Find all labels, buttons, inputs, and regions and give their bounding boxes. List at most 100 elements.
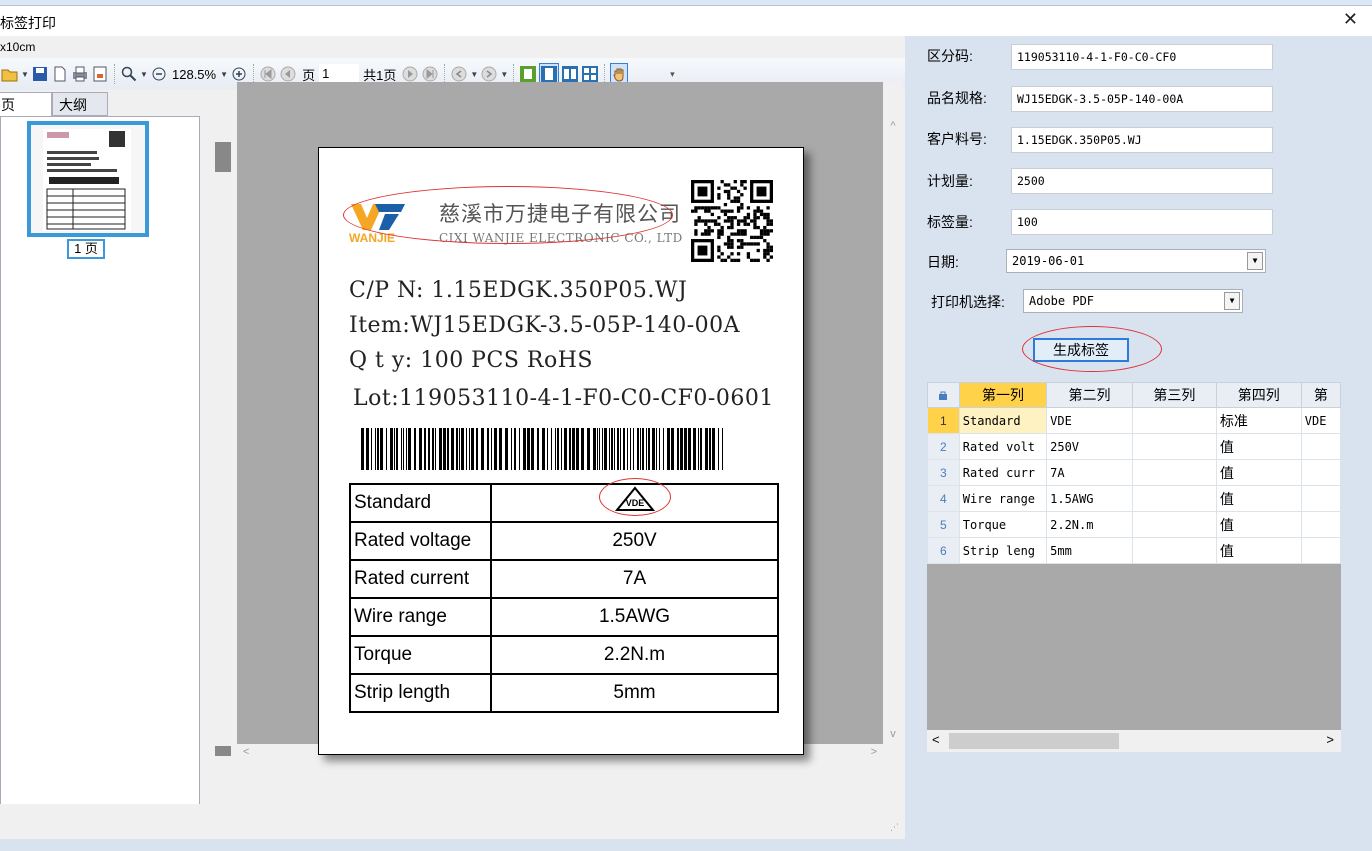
table-row[interactable]: 4 Wire range 1.5AWG 值	[927, 485, 1341, 512]
table-row[interactable]: 3 Rated curr 7A 值	[927, 459, 1341, 486]
paper-size-label: x10cm	[0, 40, 36, 54]
open-icon[interactable]	[1, 63, 19, 85]
toolbar-separator	[253, 64, 255, 84]
zoom-level-dropdown-icon[interactable]: ▼	[220, 63, 228, 85]
column-header[interactable]: 第二列	[1046, 382, 1133, 408]
chevron-down-icon[interactable]: ▼	[1224, 292, 1240, 310]
export-icon[interactable]	[91, 63, 109, 85]
column-header[interactable]: 第	[1300, 382, 1341, 408]
new-page-icon[interactable]	[51, 63, 69, 85]
thumbnail-panel: 1 页	[0, 116, 200, 806]
grid-cell[interactable]: 2.2N.m	[1046, 511, 1133, 538]
grid-cell[interactable]: 值	[1215, 459, 1302, 486]
grid-cell[interactable]	[1300, 485, 1341, 512]
page-number-input[interactable]: 1	[319, 64, 360, 84]
printer-select[interactable]: Adobe PDF ▼	[1023, 289, 1243, 313]
table-row[interactable]: 2 Rated volt 250V 值	[927, 433, 1341, 460]
zone-code-input[interactable]: 119053110-4-1-F0-C0-CF0	[1011, 44, 1273, 70]
grid-cell[interactable]: 值	[1215, 537, 1302, 564]
spec-row: Torque 2.2N.m	[349, 635, 779, 675]
row-number: 6	[927, 537, 960, 564]
customer-part-input[interactable]: 1.15EDGK.350P05.WJ	[1011, 127, 1273, 153]
tab-pages[interactable]: 页	[0, 92, 52, 116]
row-number: 2	[927, 433, 960, 460]
grid-cell[interactable]	[1131, 407, 1217, 434]
vertical-scrollbar[interactable]: ^ v	[883, 82, 903, 744]
print-icon[interactable]	[71, 63, 89, 85]
grid-cell[interactable]	[1300, 537, 1341, 564]
grid-cell[interactable]: Wire range	[958, 485, 1048, 512]
toolbar-separator	[114, 64, 115, 84]
spec-row: Standard VDE	[349, 478, 779, 523]
zoom-out-icon[interactable]	[150, 63, 168, 85]
grid-cell[interactable]: 1.5AWG	[1046, 485, 1133, 512]
grid-cell[interactable]	[1300, 433, 1341, 460]
grid-cell[interactable]	[1131, 433, 1217, 460]
grid-cell[interactable]: Torque	[958, 511, 1048, 538]
spec-name: Strip length	[349, 673, 492, 713]
grid-cell[interactable]: 值	[1215, 511, 1302, 538]
field-label: 计划量:	[927, 173, 973, 189]
lock-icon[interactable]	[927, 382, 960, 408]
toolbar-separator	[513, 64, 515, 84]
spec-row: Rated current 7A	[349, 559, 779, 599]
table-row[interactable]: 1 Standard VDE 标准 VDE	[927, 407, 1341, 434]
grid-cell[interactable]: VDE	[1046, 407, 1133, 434]
resize-grip-icon[interactable]: ⋰	[890, 822, 899, 833]
annotation-circle	[598, 478, 671, 516]
grid-cell[interactable]	[1300, 459, 1341, 486]
grid-cell[interactable]: VDE	[1300, 407, 1341, 434]
grid-cell[interactable]: Strip leng	[958, 537, 1048, 564]
grid-cell[interactable]: Rated curr	[958, 459, 1048, 486]
zoom-in-icon[interactable]	[120, 63, 138, 85]
grid-cell[interactable]: 值	[1215, 433, 1302, 460]
grid-cell[interactable]: Standard	[958, 407, 1048, 434]
spec-name: Rated voltage	[349, 521, 492, 561]
planned-qty-input[interactable]: 2500	[1011, 168, 1273, 194]
grid-cell[interactable]: 值	[1215, 485, 1302, 512]
label-form-panel: 区分码: 119053110-4-1-F0-C0-CF0 品名规格: WJ15E…	[905, 36, 1372, 839]
grid-cell[interactable]: 7A	[1046, 459, 1133, 486]
chevron-down-icon[interactable]: ▼	[1247, 252, 1263, 270]
quantity-line: Q t y: 100 PCS RoHS	[349, 348, 593, 373]
page-thumbnail[interactable]	[27, 121, 149, 237]
column-header[interactable]: 第四列	[1215, 382, 1302, 408]
scrollbar-thumb[interactable]	[949, 733, 1119, 749]
column-header[interactable]: 第三列	[1131, 382, 1217, 408]
dropdown-arrow-icon[interactable]: ▼	[21, 63, 29, 85]
grid-cell[interactable]: 5mm	[1046, 537, 1133, 564]
tab-outline[interactable]: 大纲	[52, 92, 108, 116]
page-label: 页	[302, 67, 316, 83]
date-label: 日期:	[927, 254, 959, 270]
zoom-dropdown-icon[interactable]: ▼	[140, 63, 148, 85]
grid-cell[interactable]	[1131, 537, 1217, 564]
table-row[interactable]: 6 Strip leng 5mm 值	[927, 537, 1341, 564]
grid-horizontal-scrollbar[interactable]: < >	[927, 730, 1341, 752]
spec-row: Strip length 5mm	[349, 673, 779, 713]
label-qty-input[interactable]: 100	[1011, 209, 1273, 235]
spec-value: 5mm	[490, 673, 779, 713]
grid-cell[interactable]: 标准	[1215, 407, 1302, 434]
printer-label: 打印机选择:	[931, 294, 1005, 310]
close-icon[interactable]: ✕	[1343, 9, 1358, 30]
spec-name: Torque	[349, 635, 492, 675]
field-label: 标签量:	[927, 214, 973, 230]
grid-cell[interactable]	[1300, 511, 1341, 538]
annotation-circle	[1022, 326, 1162, 372]
grid-cell[interactable]	[1131, 511, 1217, 538]
customer-part-number: C/P N: 1.15EDGK.350P05.WJ	[349, 278, 688, 303]
grid-cell[interactable]	[1131, 485, 1217, 512]
grid-cell[interactable]	[1131, 459, 1217, 486]
save-icon[interactable]	[31, 63, 49, 85]
table-row[interactable]: 5 Torque 2.2N.m 值	[927, 511, 1341, 538]
grid-header-row: 第一列 第二列 第三列 第四列 第	[927, 382, 1341, 408]
barcode	[361, 428, 723, 470]
grid-cell[interactable]: 250V	[1046, 433, 1133, 460]
toolbar-separator	[604, 64, 606, 84]
zoom-level[interactable]: 128.5%	[172, 67, 216, 82]
product-spec-input[interactable]: WJ15EDGK-3.5-05P-140-00A	[1011, 86, 1273, 112]
grid-cell[interactable]: Rated volt	[958, 433, 1048, 460]
date-picker[interactable]: 2019-06-01 ▼	[1006, 249, 1266, 273]
column-header[interactable]: 第一列	[958, 382, 1048, 408]
spec-name: Wire range	[349, 597, 492, 637]
